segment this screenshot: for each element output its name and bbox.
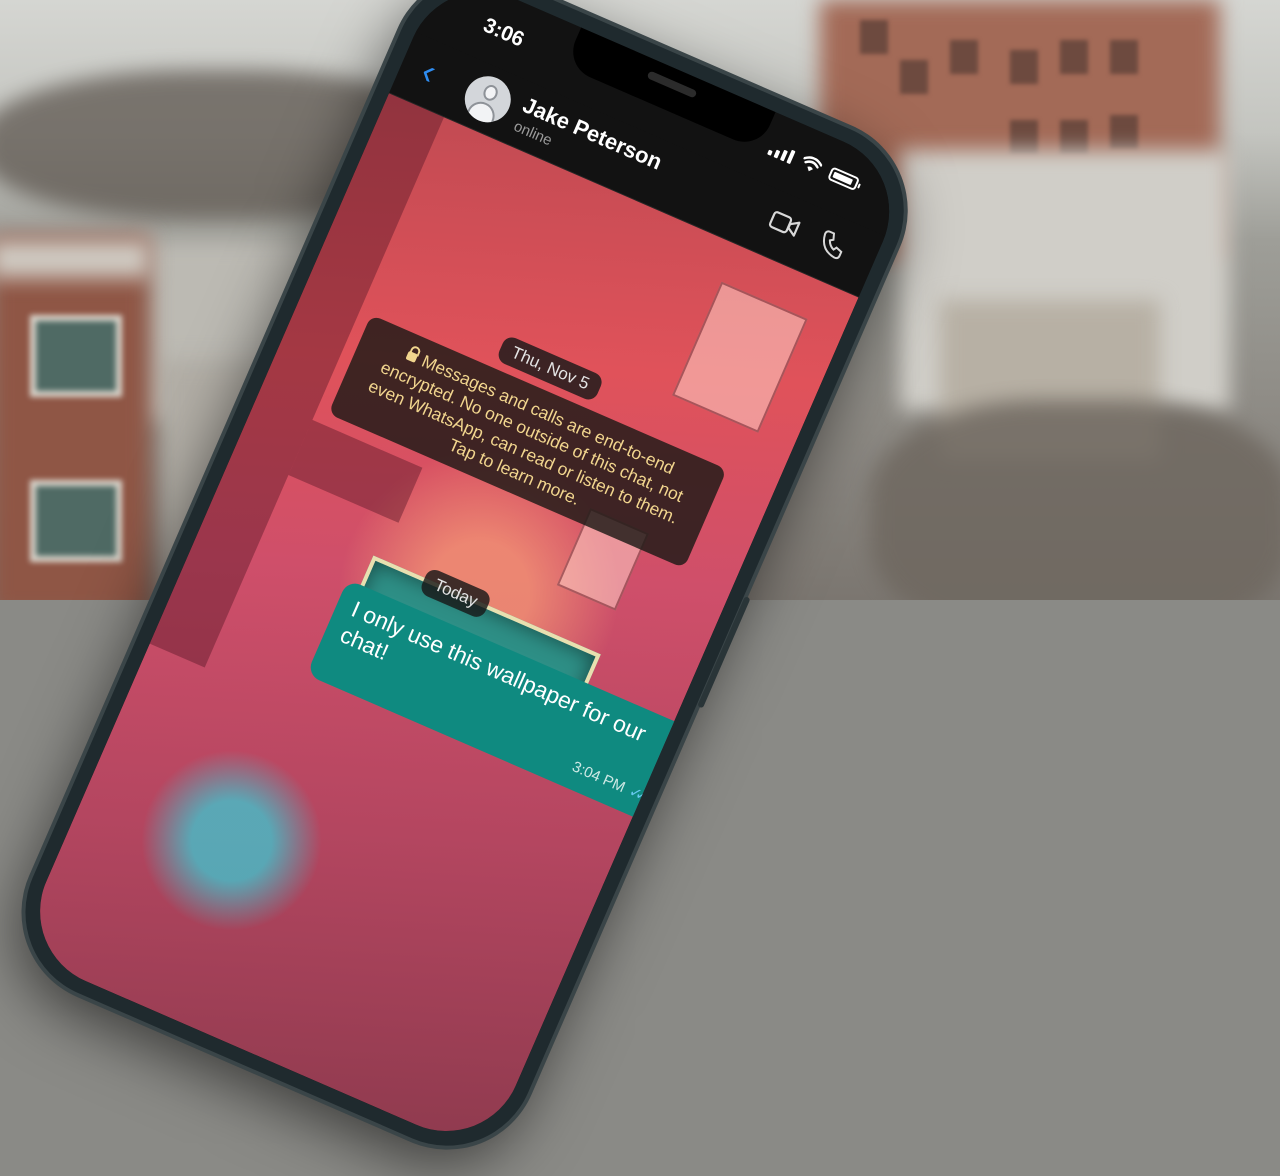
battery-icon (827, 166, 861, 192)
signal-icon (767, 140, 796, 165)
video-camera-icon[interactable] (767, 208, 803, 240)
background-window (1110, 40, 1138, 74)
background-building-cornice (0, 240, 150, 278)
phone-icon[interactable] (815, 228, 849, 262)
double-check-icon: ✓✓ (626, 782, 646, 804)
wifi-icon (803, 156, 823, 172)
avatar[interactable] (457, 69, 519, 130)
status-icons (767, 140, 861, 193)
background-window (30, 480, 122, 562)
background-window (1010, 50, 1038, 84)
encryption-notice-text: Messages and calls are end-to-end encryp… (365, 350, 687, 528)
background-window (1010, 120, 1038, 154)
wallpaper-window (672, 281, 808, 433)
status-time: 3:06 (479, 13, 528, 52)
background-window (1110, 115, 1138, 149)
background-window (30, 315, 122, 397)
background-window (1060, 40, 1088, 74)
chevron-left-icon[interactable]: ‹ (416, 50, 443, 92)
background-window (860, 20, 888, 54)
background-trees (870, 400, 1280, 600)
earpiece-speaker (646, 70, 698, 99)
lock-icon (405, 350, 419, 364)
background-window (900, 60, 928, 94)
background-window (950, 40, 978, 74)
background-window (1060, 120, 1088, 154)
